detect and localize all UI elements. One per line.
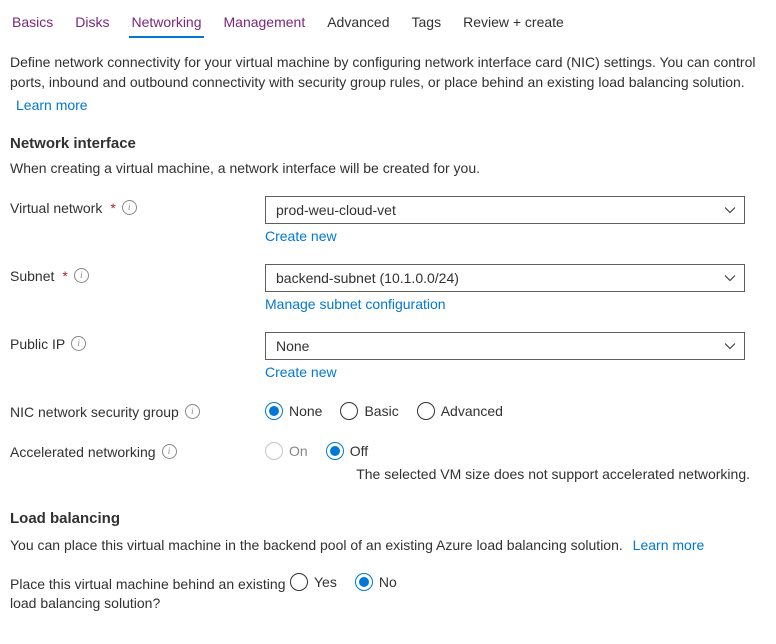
radio-icon	[265, 442, 283, 460]
load-balancing-learn-more-link[interactable]: Learn more	[633, 537, 705, 553]
accelerated-networking-radio-on: On	[265, 442, 308, 460]
section-title-network-interface: Network interface	[10, 135, 766, 152]
virtual-network-create-new-link[interactable]: Create new	[265, 228, 337, 244]
nsg-radio-basic[interactable]: Basic	[340, 402, 398, 420]
radio-icon	[340, 402, 358, 420]
radio-icon	[417, 402, 435, 420]
accelerated-networking-note: The selected VM size does not support ac…	[10, 466, 750, 482]
tab-management[interactable]: Management	[222, 14, 308, 38]
virtual-network-label: Virtual network *	[10, 196, 265, 216]
load-balancing-intro: You can place this virtual machine in th…	[10, 535, 766, 553]
info-icon[interactable]	[185, 404, 200, 419]
accelerated-networking-label: Accelerated networking	[10, 440, 265, 460]
public-ip-label: Public IP	[10, 332, 265, 352]
tab-networking[interactable]: Networking	[129, 14, 203, 38]
wizard-tabs: Basics Disks Networking Management Advan…	[10, 14, 766, 38]
tab-basics[interactable]: Basics	[10, 14, 55, 38]
nsg-radio-none[interactable]: None	[265, 402, 322, 420]
subnet-value: backend-subnet (10.1.0.0/24)	[276, 270, 459, 286]
chevron-down-icon	[724, 272, 736, 284]
public-ip-dropdown[interactable]: None	[265, 332, 745, 360]
nsg-label: NIC network security group	[10, 400, 265, 420]
tab-tags[interactable]: Tags	[410, 14, 444, 38]
required-asterisk: *	[110, 200, 115, 216]
info-icon[interactable]	[74, 268, 89, 283]
virtual-network-value: prod-weu-cloud-vet	[276, 202, 396, 218]
public-ip-create-new-link[interactable]: Create new	[265, 364, 337, 380]
public-ip-value: None	[276, 338, 309, 354]
nsg-radio-advanced[interactable]: Advanced	[417, 402, 503, 420]
networking-intro-text: Define network connectivity for your vir…	[10, 54, 755, 90]
section-title-load-balancing: Load balancing	[10, 510, 766, 527]
radio-icon	[265, 402, 283, 420]
networking-intro: Define network connectivity for your vir…	[10, 52, 766, 115]
load-balancing-question: Place this virtual machine behind an exi…	[10, 571, 290, 614]
info-icon[interactable]	[71, 336, 86, 351]
network-interface-subtext: When creating a virtual machine, a netwo…	[10, 160, 766, 176]
radio-icon	[290, 573, 308, 591]
virtual-network-dropdown[interactable]: prod-weu-cloud-vet	[265, 196, 745, 224]
tab-review-create[interactable]: Review + create	[461, 14, 566, 38]
required-asterisk: *	[62, 268, 67, 284]
subnet-label: Subnet *	[10, 264, 265, 284]
tab-advanced[interactable]: Advanced	[325, 14, 391, 38]
networking-learn-more-link[interactable]: Learn more	[16, 95, 88, 115]
load-balancing-radio-yes[interactable]: Yes	[290, 573, 337, 591]
info-icon[interactable]	[122, 200, 137, 215]
manage-subnet-link[interactable]: Manage subnet configuration	[265, 296, 446, 312]
accelerated-networking-radio-off[interactable]: Off	[326, 442, 368, 460]
chevron-down-icon	[724, 204, 736, 216]
radio-icon	[355, 573, 373, 591]
chevron-down-icon	[724, 340, 736, 352]
info-icon[interactable]	[162, 444, 177, 459]
radio-icon	[326, 442, 344, 460]
load-balancing-radio-no[interactable]: No	[355, 573, 397, 591]
subnet-dropdown[interactable]: backend-subnet (10.1.0.0/24)	[265, 264, 745, 292]
tab-disks[interactable]: Disks	[73, 14, 111, 38]
